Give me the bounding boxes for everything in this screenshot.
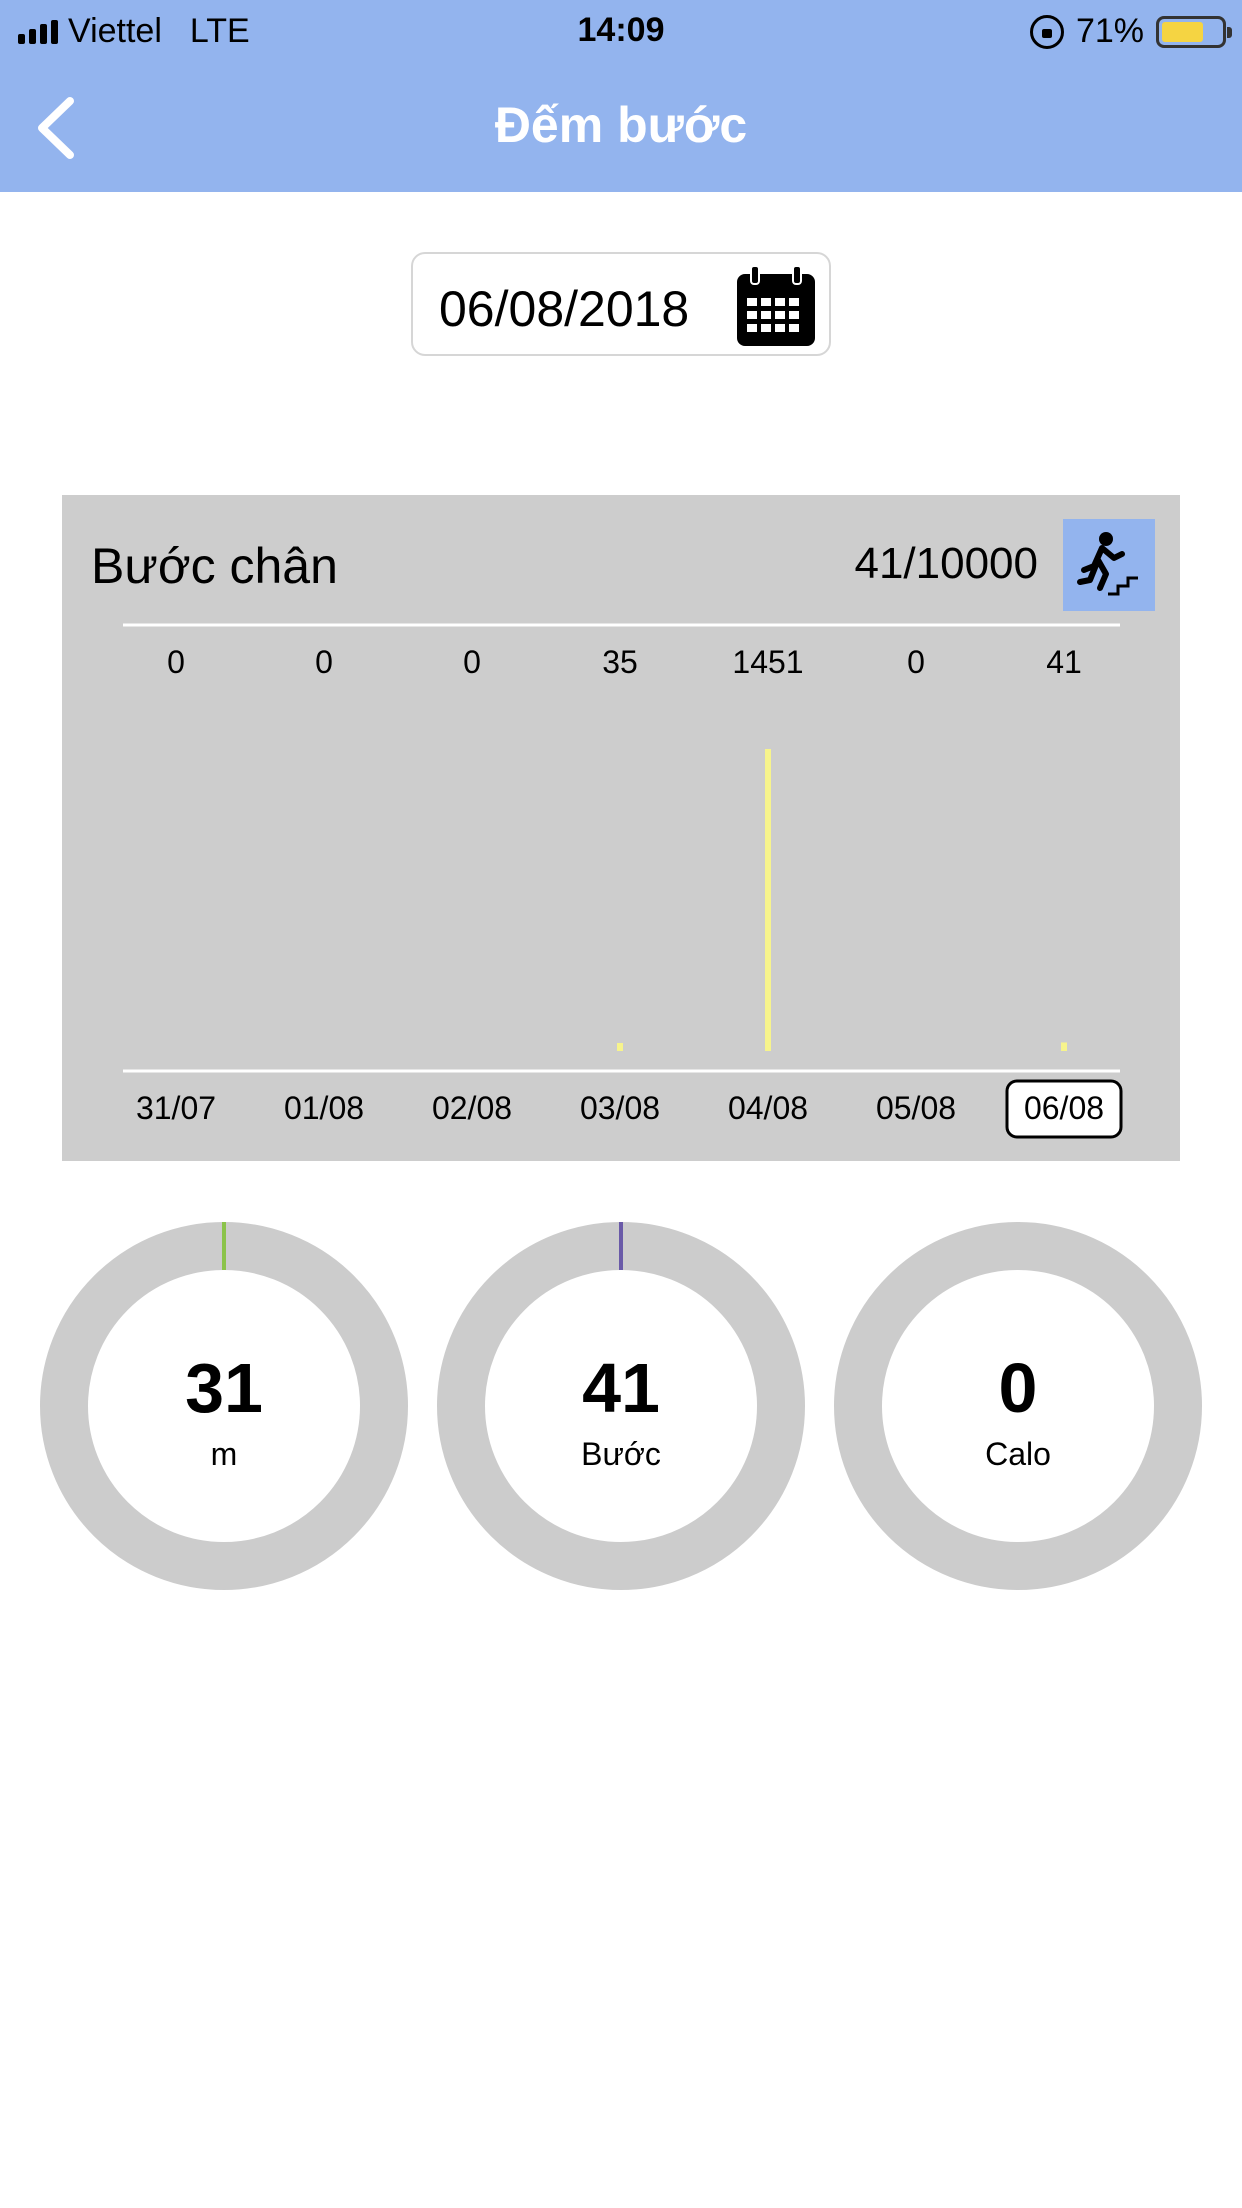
battery-fill	[1162, 21, 1204, 42]
tick-label[interactable]: 05/08	[876, 1090, 956, 1126]
value-label: 0	[907, 644, 925, 680]
value-label: 1451	[732, 644, 803, 680]
tick-label[interactable]: 04/08	[728, 1090, 808, 1126]
calorie-ring: 0 Calo	[834, 1222, 1202, 1590]
calorie-unit: Calo	[985, 1436, 1051, 1472]
distance-ring: 31 m	[40, 1222, 408, 1590]
steps-unit: Bước	[581, 1436, 661, 1472]
header-bar: Viettel LTE 14:09 71% Đếm bước	[0, 0, 1242, 192]
battery-percent: 71%	[1075, 12, 1144, 50]
date-value: 06/08/2018	[439, 281, 690, 337]
steps-ring: 41 Bước	[437, 1222, 805, 1590]
bar	[617, 1043, 623, 1051]
status-right: 71%	[1029, 12, 1232, 51]
distance-value: 31	[185, 1349, 263, 1427]
steps-value: 41	[582, 1349, 660, 1427]
page-title: Đếm bước	[494, 97, 748, 153]
steps-bar-chart: 0 31/07 0 01/08 0 02/08 35 03/08 1451 04/08 0 05/08…	[123, 623, 1123, 1139]
steps-chart-card: Bước chân 41/10000 0 31/07 0 01/08 0 02/08 35 0…	[62, 495, 1180, 1161]
value-label: 0	[315, 644, 333, 680]
date-picker[interactable]: 06/08/2018	[411, 252, 831, 356]
distance-unit: m	[210, 1436, 238, 1472]
value-label: 41	[1046, 644, 1082, 680]
calorie-value: 0	[998, 1349, 1038, 1427]
tick-label[interactable]: 02/08	[432, 1090, 512, 1126]
value-label: 35	[602, 644, 638, 680]
tick-label[interactable]: 31/07	[136, 1090, 216, 1126]
calendar-icon[interactable]	[735, 264, 817, 348]
status-bar: Viettel LTE 14:09 71%	[0, 0, 1242, 62]
orientation-lock-icon	[1029, 14, 1064, 49]
battery-icon	[1156, 15, 1232, 48]
tick-label[interactable]: 03/08	[580, 1090, 660, 1126]
bar	[1061, 1042, 1067, 1051]
bar	[765, 749, 771, 1051]
tick-label-selected[interactable]: 06/08	[1024, 1090, 1104, 1126]
value-label: 0	[167, 644, 185, 680]
tick-label[interactable]: 01/08	[284, 1090, 364, 1126]
value-label: 0	[463, 644, 481, 680]
